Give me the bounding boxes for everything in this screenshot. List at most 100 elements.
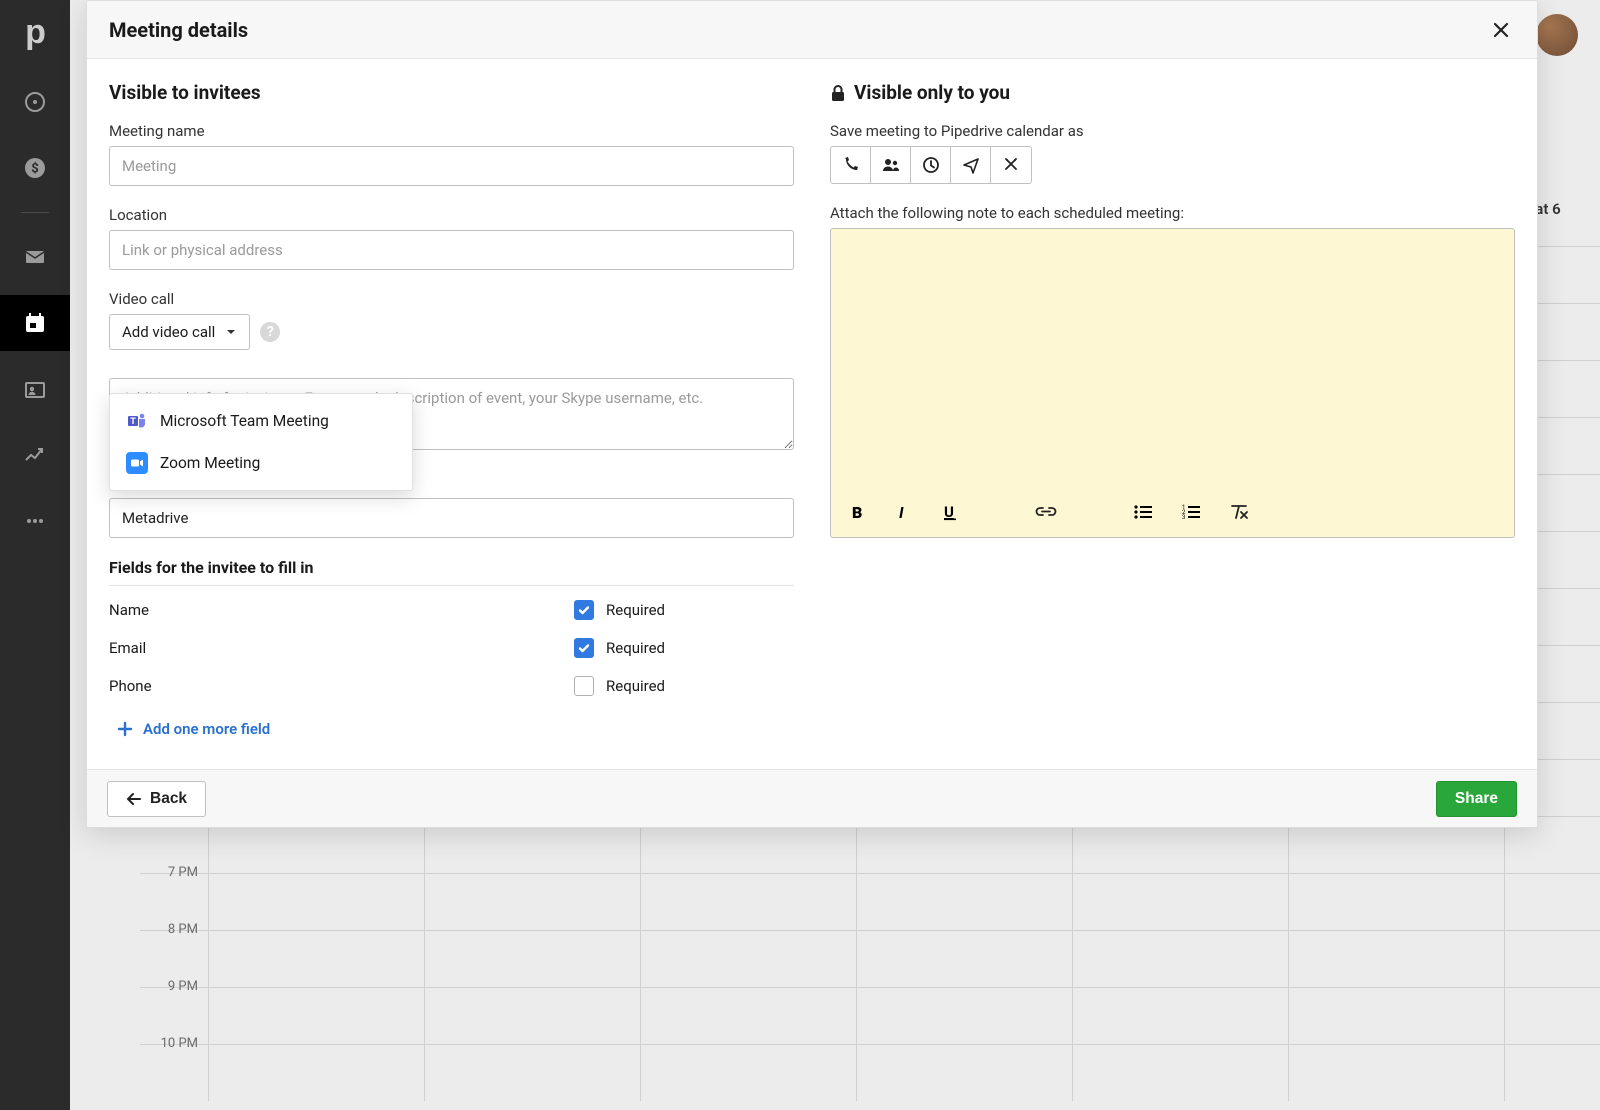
video-call-option-teams[interactable]: T Microsoft Team Meeting [110,400,412,442]
time-label: 9 PM [140,979,208,994]
link-icon [1035,503,1057,521]
video-call-menu: T Microsoft Team Meeting Zoom Meeting [109,393,413,491]
nav-item-leads[interactable] [0,74,70,130]
required-label: Required [606,601,665,619]
meal-icon [1002,156,1020,174]
nav-divider [21,212,49,213]
call-icon [842,156,860,174]
user-avatar[interactable] [1536,14,1578,56]
group-icon [881,156,901,174]
calendar-icon [23,311,47,335]
fields-subheader: Fields for the invitee to fill in [109,558,794,586]
activity-type-toggle [830,146,1032,184]
format-bold[interactable]: B [849,503,867,521]
bold-icon: B [849,503,867,521]
numbered-list[interactable]: 123 [1181,503,1201,521]
mail-icon [23,245,47,269]
format-underline[interactable]: U [941,503,959,521]
nav-item-deals[interactable]: $ [0,140,70,196]
clear-format[interactable] [1229,503,1249,521]
arrow-left-icon [126,792,142,806]
modal-title: Meeting details [109,18,248,42]
section-title-invitees: Visible to invitees [109,81,794,104]
required-checkbox[interactable] [574,676,594,696]
svg-text:B: B [852,503,862,521]
add-field-button[interactable]: Add one more field [109,720,270,738]
company-input[interactable] [109,498,794,538]
note-editor: B I U 123 [830,228,1515,538]
back-button[interactable]: Back [107,781,206,817]
svg-text:$: $ [31,162,38,177]
plus-icon [117,721,133,737]
location-input[interactable] [109,230,794,270]
activity-type-meeting[interactable] [871,147,911,183]
required-label: Required [606,639,665,657]
help-icon[interactable]: ? [260,322,280,342]
svg-text:I: I [899,503,904,521]
note-group: Attach the following note to each schedu… [830,204,1515,538]
add-video-call-dropdown[interactable]: Add video call [109,314,250,350]
chevron-down-icon [225,326,237,338]
clock-icon [922,156,940,174]
required-checkbox[interactable] [574,638,594,658]
field-name: Email [109,639,146,657]
clear-format-icon [1229,503,1249,521]
field-name: Name [109,601,149,619]
bulleted-list[interactable] [1133,503,1153,521]
microsoft-teams-icon: T [126,410,148,432]
location-label: Location [109,206,794,224]
svg-text:T: T [130,417,136,427]
nav-item-more[interactable] [0,493,70,549]
modal-body: Visible to invitees Meeting name Locatio… [87,59,1537,769]
activity-type-task[interactable] [911,147,951,183]
field-row-phone: Phone Required [109,666,794,704]
video-call-group: Video call Add video call ? T Microsoft … [109,290,794,350]
activity-type-email[interactable] [951,147,991,183]
lock-icon [830,84,846,102]
format-italic[interactable]: I [895,503,913,521]
required-label: Required [606,677,665,695]
activity-type-call[interactable] [831,147,871,183]
note-label: Attach the following note to each schedu… [830,204,1515,222]
nav-item-contacts[interactable] [0,361,70,417]
required-checkbox[interactable] [574,600,594,620]
save-as-group: Save meeting to Pipedrive calendar as [830,122,1515,184]
close-icon [1492,21,1510,39]
check-icon [577,641,591,655]
zoom-icon [126,452,148,474]
close-button[interactable] [1487,16,1515,44]
video-call-label: Video call [109,290,794,308]
activity-type-lunch[interactable] [991,147,1031,183]
italic-icon: I [895,503,913,521]
nav-item-mail[interactable] [0,229,70,285]
svg-text:U: U [944,503,954,521]
field-row-email: Email Required [109,628,794,666]
insert-link[interactable] [1035,503,1057,521]
modal-header: Meeting details [87,1,1537,59]
meeting-details-modal: Meeting details Visible to invitees Meet… [86,0,1538,828]
modal-footer: Back Share [87,769,1537,827]
pipedrive-logo: p [17,14,53,50]
send-icon [962,156,980,174]
target-icon [23,90,47,114]
nav-item-insights[interactable] [0,427,70,483]
note-body[interactable] [831,229,1514,487]
video-call-option-zoom[interactable]: Zoom Meeting [110,442,412,484]
share-button[interactable]: Share [1436,781,1517,817]
video-call-option-label: Microsoft Team Meeting [160,412,329,430]
field-row-name: Name Required [109,590,794,628]
save-as-label: Save meeting to Pipedrive calendar as [830,122,1515,140]
back-label: Back [150,790,187,808]
meeting-name-input[interactable] [109,146,794,186]
visible-only-to-you-section: Visible only to you Save meeting to Pipe… [830,81,1515,741]
video-call-option-label: Zoom Meeting [160,454,260,472]
section-title-private: Visible only to you [830,81,1515,104]
numbered-list-icon: 123 [1181,503,1201,521]
time-label: 7 PM [140,865,208,880]
share-label: Share [1455,790,1498,808]
underline-icon: U [941,503,959,521]
dollar-circle-icon: $ [23,156,47,180]
location-group: Location [109,206,794,270]
check-icon [577,603,591,617]
nav-item-calendar[interactable] [0,295,70,351]
